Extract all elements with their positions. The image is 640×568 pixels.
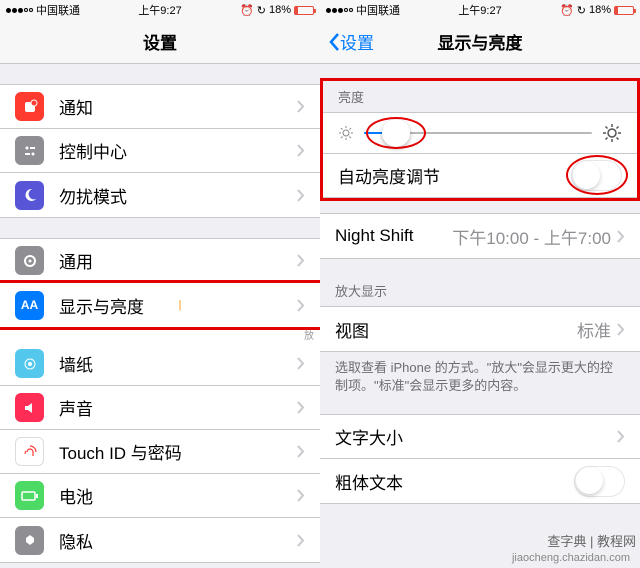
navbar: 设置 xyxy=(0,20,320,64)
back-label: 设置 xyxy=(340,29,374,54)
zoom-footer: 选取查看 iPhone 的方式。"放大"会显示更大的控制项。"标准"会显示更多的… xyxy=(320,352,640,402)
row-label: 粗体文本 xyxy=(335,469,574,494)
row-touchid[interactable]: Touch ID 与密码 xyxy=(0,430,320,474)
chevron-right-icon xyxy=(297,144,305,157)
row-label: 控制中心 xyxy=(59,138,297,163)
chevron-right-icon xyxy=(297,445,305,458)
back-button[interactable]: 设置 xyxy=(328,29,374,54)
row-privacy[interactable]: 隐私 xyxy=(0,518,320,562)
row-control-center[interactable]: 控制中心 xyxy=(0,129,320,173)
bold-text-switch[interactable] xyxy=(574,466,625,497)
sun-small-icon xyxy=(338,125,354,141)
navbar: 设置 显示与亮度 xyxy=(320,20,640,64)
zoom-header: 放大显示 xyxy=(320,275,640,306)
auto-brightness-switch[interactable] xyxy=(571,160,622,191)
chevron-right-icon xyxy=(297,100,305,113)
chevron-right-icon xyxy=(297,254,305,267)
control-center-icon xyxy=(15,136,44,165)
sun-large-icon xyxy=(602,123,622,143)
signal-icon xyxy=(326,8,353,13)
watermark: jiaocheng.chazidan.com xyxy=(512,552,630,564)
chevron-right-icon xyxy=(297,357,305,370)
slider-thumb[interactable] xyxy=(382,119,410,147)
brightness-slider-row xyxy=(323,113,637,153)
row-value: 下午10:00 - 上午7:00 xyxy=(452,224,611,249)
row-notifications[interactable]: 通知 xyxy=(0,85,320,129)
battery-icon xyxy=(614,6,634,15)
wallpaper-icon xyxy=(15,349,44,378)
row-label: 勿扰模式 xyxy=(59,183,297,208)
notifications-icon xyxy=(15,92,44,121)
chevron-right-icon xyxy=(297,401,305,414)
status-bar: 中国联通 上午9:27 ⏰ ↻ 18% xyxy=(0,0,320,20)
row-label: 通知 xyxy=(59,94,297,119)
page-title: 设置 xyxy=(143,29,177,54)
chevron-right-icon xyxy=(617,430,625,443)
sounds-icon xyxy=(15,393,44,422)
gear-icon xyxy=(15,246,44,275)
chevron-left-icon xyxy=(328,32,340,52)
chevron-right-icon xyxy=(297,299,305,312)
display-list[interactable]: 亮度 自动亮度调节 xyxy=(320,64,640,568)
alarm-icon: ⏰ xyxy=(560,4,574,17)
display-brightness-screen: 中国联通 上午9:27 ⏰ ↻ 18% 设置 显示与亮度 亮度 xyxy=(320,0,640,568)
signal-icon xyxy=(6,8,33,13)
battery-icon xyxy=(15,481,44,510)
settings-list[interactable]: 通知 控制中心 勿扰模式 通用 AA xyxy=(0,64,320,568)
row-label: 电池 xyxy=(59,483,297,508)
fingerprint-icon xyxy=(15,437,44,466)
row-value: 标准 xyxy=(577,317,611,342)
time-label: 上午9:27 xyxy=(138,2,181,18)
dnd-icon xyxy=(15,181,44,210)
chevron-right-icon xyxy=(617,323,625,336)
row-view[interactable]: 视图 标准 xyxy=(320,307,640,351)
brightness-header: 亮度 xyxy=(323,81,637,112)
row-label: Touch ID 与密码 xyxy=(59,439,297,464)
row-label: 墙纸 xyxy=(59,351,297,376)
row-battery[interactable]: 电池 xyxy=(0,474,320,518)
row-sounds[interactable]: 声音 xyxy=(0,386,320,430)
row-label: 显示与亮度 xyxy=(59,293,175,318)
row-dnd[interactable]: 勿扰模式 xyxy=(0,173,320,217)
row-label: 隐私 xyxy=(59,528,297,553)
row-general[interactable]: 通用 xyxy=(0,239,320,283)
chevron-right-icon xyxy=(297,489,305,502)
row-bold-text: 粗体文本 xyxy=(320,459,640,503)
status-bar: 中国联通 上午9:27 ⏰ ↻ 18% xyxy=(320,0,640,20)
battery-pct: 18% xyxy=(269,4,291,16)
row-label: 通用 xyxy=(59,248,297,273)
battery-pct: 18% xyxy=(589,4,611,16)
chevron-right-icon xyxy=(617,230,625,243)
privacy-icon xyxy=(15,526,44,555)
time-label: 上午9:27 xyxy=(458,2,501,18)
row-wallpaper[interactable]: 墙纸 xyxy=(0,342,320,386)
row-text-size[interactable]: 文字大小 xyxy=(320,415,640,459)
row-label: 文字大小 xyxy=(335,424,617,449)
watermark-brand: 查字典 | 教程网 xyxy=(547,531,636,550)
battery-icon xyxy=(294,6,314,15)
display-icon: AA xyxy=(15,291,44,320)
page-title: 显示与亮度 xyxy=(438,29,523,54)
row-label: 声音 xyxy=(59,395,297,420)
row-auto-brightness: 自动亮度调节 xyxy=(323,153,637,197)
row-display-brightness[interactable]: AA 显示与亮度 | xyxy=(0,283,320,327)
row-night-shift[interactable]: Night Shift 下午10:00 - 上午7:00 xyxy=(320,214,640,258)
settings-screen: 中国联通 上午9:27 ⏰ ↻ 18% 设置 通知 控制中心 xyxy=(0,0,320,568)
brightness-slider[interactable] xyxy=(364,132,592,134)
carrier-label: 中国联通 xyxy=(356,2,400,18)
chevron-right-icon xyxy=(297,189,305,202)
chevron-right-icon xyxy=(297,534,305,547)
alarm-icon: ⏰ xyxy=(240,4,254,17)
row-label: Night Shift xyxy=(335,226,452,246)
row-label: 视图 xyxy=(335,317,577,342)
row-label: 自动亮度调节 xyxy=(338,163,571,188)
carrier-label: 中国联通 xyxy=(36,2,80,18)
